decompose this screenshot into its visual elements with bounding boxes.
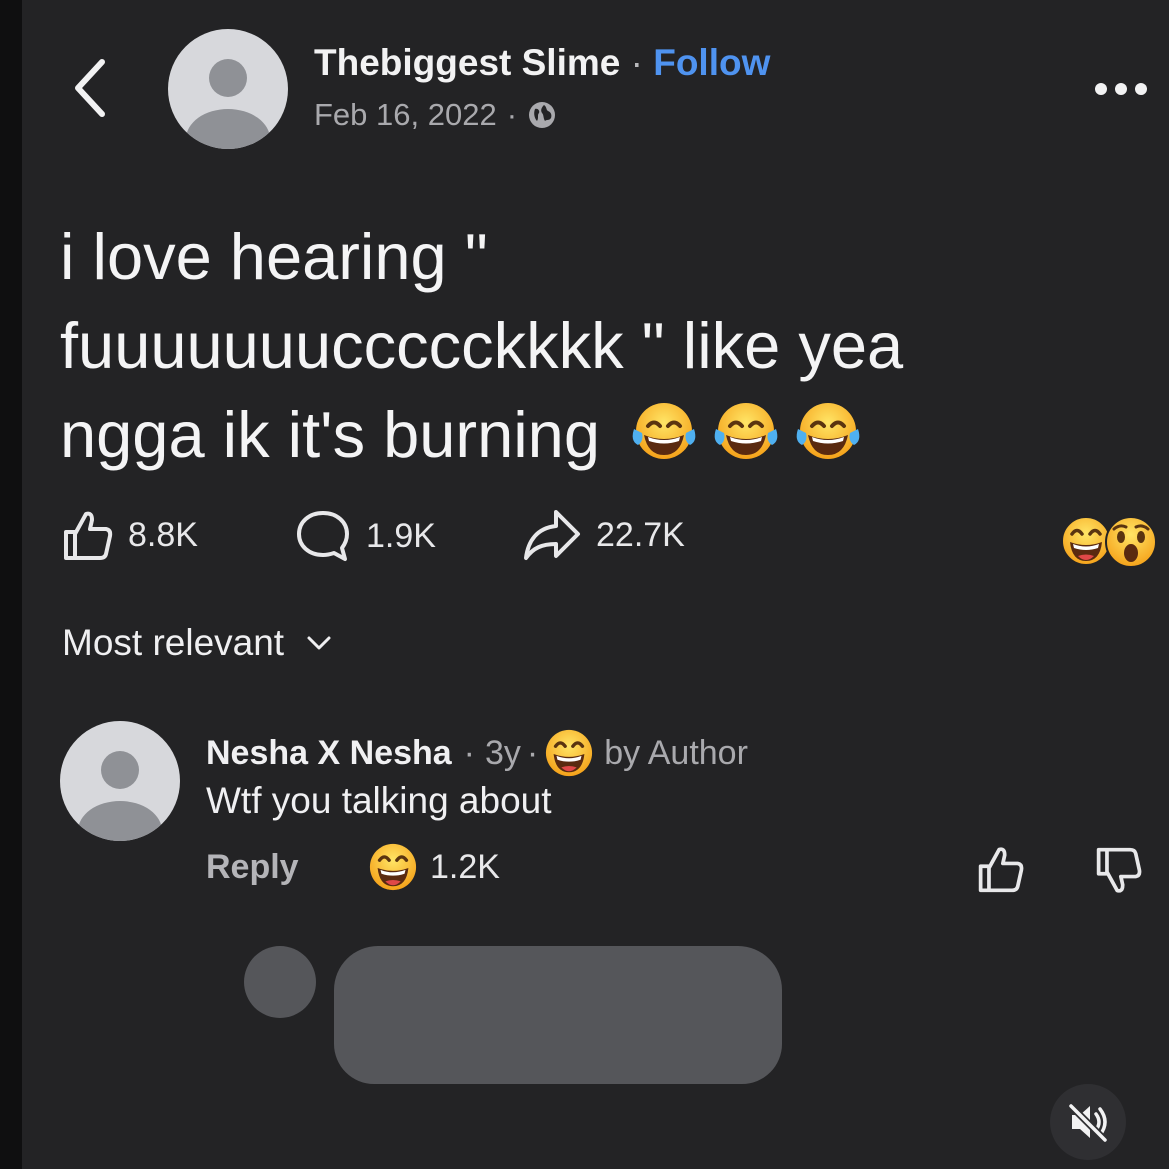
- date-separator: ·: [506, 97, 518, 132]
- post-author-line: Thebiggest Slime · Follow: [314, 42, 770, 84]
- grinning-squint-emoji: [369, 843, 417, 891]
- tears-of-joy-emoji: [796, 403, 860, 459]
- post-author-name[interactable]: Thebiggest Slime: [314, 42, 620, 83]
- reply-button[interactable]: Reply: [206, 848, 299, 887]
- chevron-down-icon: [307, 636, 331, 650]
- share-arrow-icon: [524, 510, 580, 560]
- post-text-block: i love hearing " fuuuuuuuccccckkkk " lik…: [60, 212, 1060, 479]
- comment-author-name[interactable]: Nesha X Nesha: [206, 734, 452, 773]
- post-date: Feb 16, 2022: [314, 97, 497, 132]
- follow-button[interactable]: Follow: [653, 42, 770, 83]
- more-options-icon[interactable]: [1092, 78, 1154, 100]
- post-meta: Feb 16, 2022 ·: [314, 97, 557, 133]
- sort-dropdown[interactable]: Most relevant: [62, 622, 332, 664]
- like-stat[interactable]: 8.8K: [62, 508, 198, 562]
- like-count: 8.8K: [128, 515, 198, 554]
- reaction-summary[interactable]: [1060, 515, 1158, 568]
- thumbs-up-icon: [64, 511, 113, 560]
- by-author-label: by Author: [604, 733, 748, 772]
- comment-count: 1.9K: [366, 516, 436, 555]
- comment-reaction-count: 1.2K: [430, 847, 500, 886]
- share-count: 22.7K: [596, 515, 685, 554]
- author-avatar[interactable]: [168, 29, 288, 149]
- tears-of-joy-emoji: [632, 403, 696, 459]
- downvote-thumbs-down-icon[interactable]: [1094, 846, 1144, 896]
- avatar-head-shape: [101, 751, 139, 789]
- speaker-muted-icon: [1067, 1102, 1109, 1144]
- comment-header: Nesha X Nesha · 3y · by Author: [206, 728, 748, 778]
- avatar-head-shape: [209, 59, 247, 97]
- comment-separator: ·: [463, 733, 475, 772]
- sort-label: Most relevant: [62, 622, 285, 663]
- loading-comment-placeholder: [334, 946, 782, 1084]
- author-separator: ·: [630, 42, 643, 83]
- tears-of-joy-emoji: [714, 403, 778, 459]
- globe-icon: [529, 102, 556, 128]
- comment-reactions[interactable]: 1.2K: [368, 842, 500, 892]
- avatar-body-shape: [78, 801, 162, 841]
- loading-avatar-placeholder: [244, 946, 316, 1018]
- upvote-thumbs-up-icon[interactable]: [976, 844, 1026, 894]
- comment-stat[interactable]: 1.9K: [294, 508, 436, 564]
- astonished-emoji: [1105, 516, 1157, 568]
- comment-age: 3y: [485, 733, 521, 772]
- share-stat[interactable]: 22.7K: [522, 508, 685, 562]
- comment-separator: ·: [526, 733, 539, 772]
- back-chevron-icon[interactable]: [58, 58, 114, 118]
- mute-button[interactable]: [1050, 1084, 1126, 1160]
- commenter-avatar[interactable]: [60, 721, 180, 841]
- comment-text: Wtf you talking about: [206, 780, 552, 821]
- avatar-body-shape: [186, 109, 270, 149]
- grinning-squint-emoji: [546, 729, 593, 777]
- comment-bubble-icon: [297, 511, 349, 561]
